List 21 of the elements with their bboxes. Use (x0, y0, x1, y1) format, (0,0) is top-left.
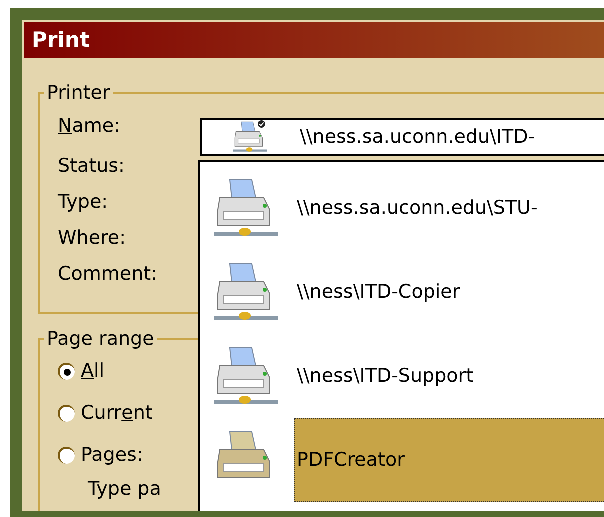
printer-option[interactable]: \\ness\ITD-Support (294, 334, 604, 418)
printer-option[interactable]: \\ness.sa.uconn.edu\STU- (294, 166, 604, 250)
printer-name-text: \\ness.sa.uconn.edu\ITD- (300, 126, 536, 148)
group-label: Page range (46, 328, 156, 350)
option-label: Current (81, 401, 153, 426)
radio-button[interactable] (58, 446, 75, 464)
field-label: Name: (58, 114, 120, 139)
field-label: Where: (58, 226, 126, 251)
field-label: Status: (58, 154, 125, 179)
group-label: Printer (46, 82, 112, 104)
option-label: All (81, 359, 105, 384)
hint-text: Type pa (87, 477, 162, 502)
radio-button[interactable] (58, 404, 75, 422)
printer-option[interactable]: \\ness\ITD-Copier (294, 250, 604, 334)
radio-button[interactable] (58, 362, 75, 380)
printer-option[interactable]: PDFCreator (294, 418, 604, 502)
printer-name-field[interactable]: \\ness.sa.uconn.edu\ITD- (200, 118, 604, 156)
field-label: Type: (58, 190, 108, 215)
field-label: Comment: (58, 262, 158, 287)
window-title: Print (24, 22, 604, 58)
option-label: Pages: (81, 443, 144, 468)
